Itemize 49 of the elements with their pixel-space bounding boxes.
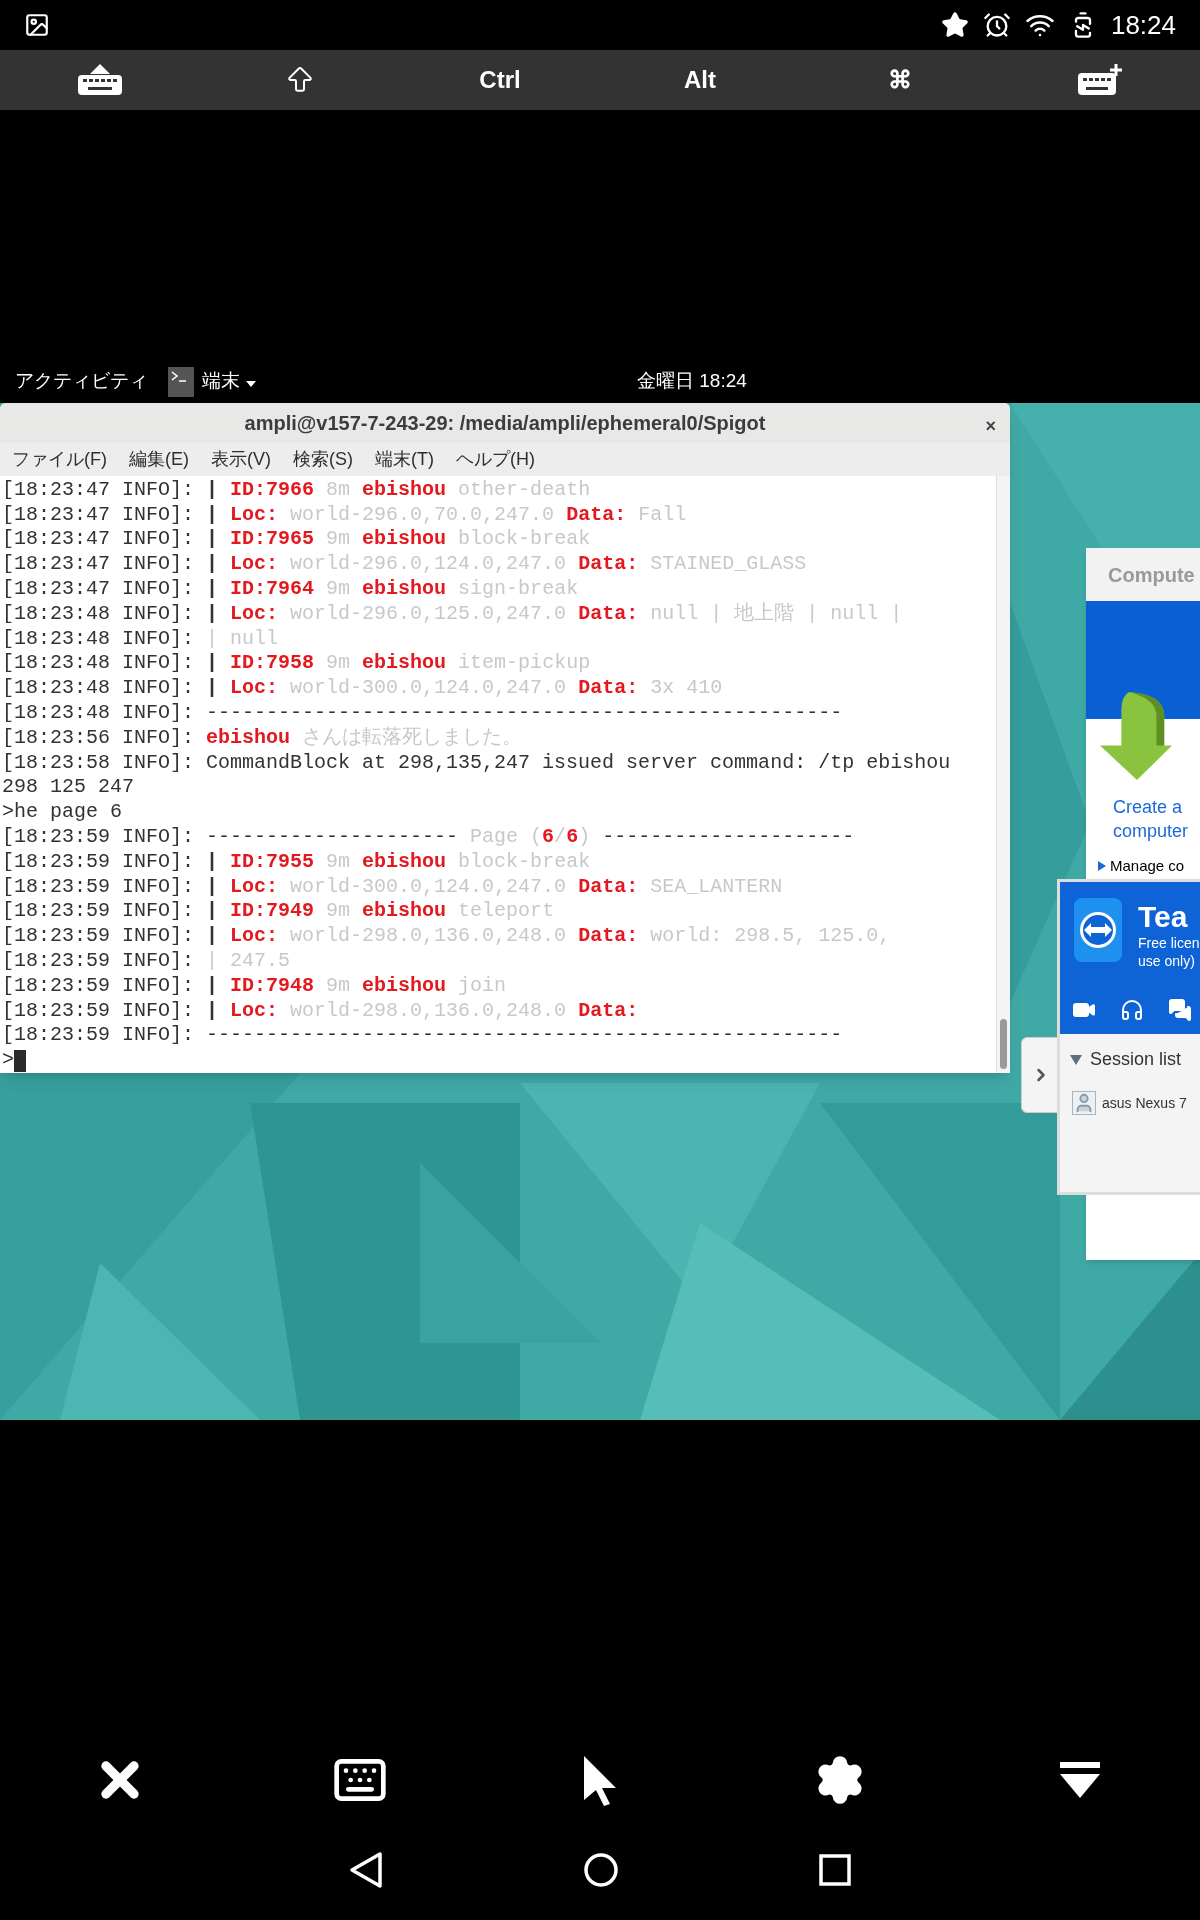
keyboard-hide-icon[interactable] (76, 64, 124, 96)
window-title: ampli@v157-7-243-29: /media/ampli/ephemeral0/Spigot (244, 411, 766, 437)
close-button[interactable]: × (985, 413, 996, 440)
star-icon (940, 11, 969, 39)
terminal-line: [18:23:59 INFO]: ----------------------------------------------------- (2, 1023, 843, 1049)
terminal-line: >he page 6 (2, 800, 123, 826)
scrollbar[interactable] (996, 475, 1010, 1073)
collapse-icon[interactable] (1070, 1054, 1082, 1065)
section-title: Session list (1090, 1048, 1182, 1071)
headset-icon[interactable] (1120, 998, 1144, 1022)
menu-item[interactable]: ヘルプ(H) (455, 446, 535, 474)
menu-item[interactable]: 検索(S) (293, 446, 353, 474)
menu-item[interactable]: 表示(V) (211, 446, 271, 474)
activities-button[interactable]: アクティビティ (15, 367, 148, 396)
modifier-key[interactable]: ⌘ (888, 62, 912, 98)
pointer-icon[interactable] (582, 1754, 618, 1806)
menu-item[interactable]: ファイル(F) (12, 446, 107, 474)
arrow-down-icon (1100, 692, 1172, 780)
modifier-key[interactable]: Alt (684, 62, 716, 98)
image-icon (24, 12, 50, 38)
terminal-line: 298 125 247 (2, 775, 135, 801)
home-icon[interactable] (583, 1852, 619, 1888)
chat-icon[interactable] (1168, 998, 1192, 1022)
create-link[interactable]: Create a (1113, 795, 1200, 819)
terminal-line: [18:23:58 INFO]: CommandBlock at 298,135,247 issued server command: /tp ebishou (2, 750, 951, 776)
desktop-clock[interactable]: 金曜日 18:24 (637, 367, 747, 396)
collapse-toolbar-icon[interactable] (1060, 1762, 1100, 1798)
manage-link[interactable]: Manage co (1110, 855, 1185, 878)
triangle-icon (1098, 861, 1106, 872)
license-text: Free licen (1138, 934, 1200, 952)
modifier-key[interactable]: Ctrl (479, 62, 521, 98)
license-text: use only) (1138, 952, 1196, 970)
panel-title: Compute (1108, 562, 1195, 588)
alarm-icon (982, 11, 1011, 39)
terminal-line: > (2, 1048, 14, 1073)
keyboard-add-icon[interactable] (1076, 63, 1124, 97)
avatar-icon (1072, 1091, 1096, 1115)
menu-item[interactable]: 編集(E) (129, 446, 189, 474)
logo-icon (1072, 896, 1124, 964)
terminal-line: [18:23:48 INFO]: ----------------------------------------------------- (2, 701, 843, 726)
session-item[interactable]: asus Nexus 7 (1060, 1091, 1200, 1115)
clock: 18:24 (1110, 8, 1176, 42)
app-title: Tea (1138, 899, 1188, 935)
create-link[interactable]: computer (1113, 819, 1200, 843)
terminal-icon (168, 366, 194, 397)
app-menu[interactable]: 端末 (202, 367, 256, 396)
recents-icon[interactable] (819, 1854, 851, 1886)
menu-item[interactable]: 端末(T) (375, 446, 434, 474)
back-icon[interactable] (349, 1851, 383, 1889)
